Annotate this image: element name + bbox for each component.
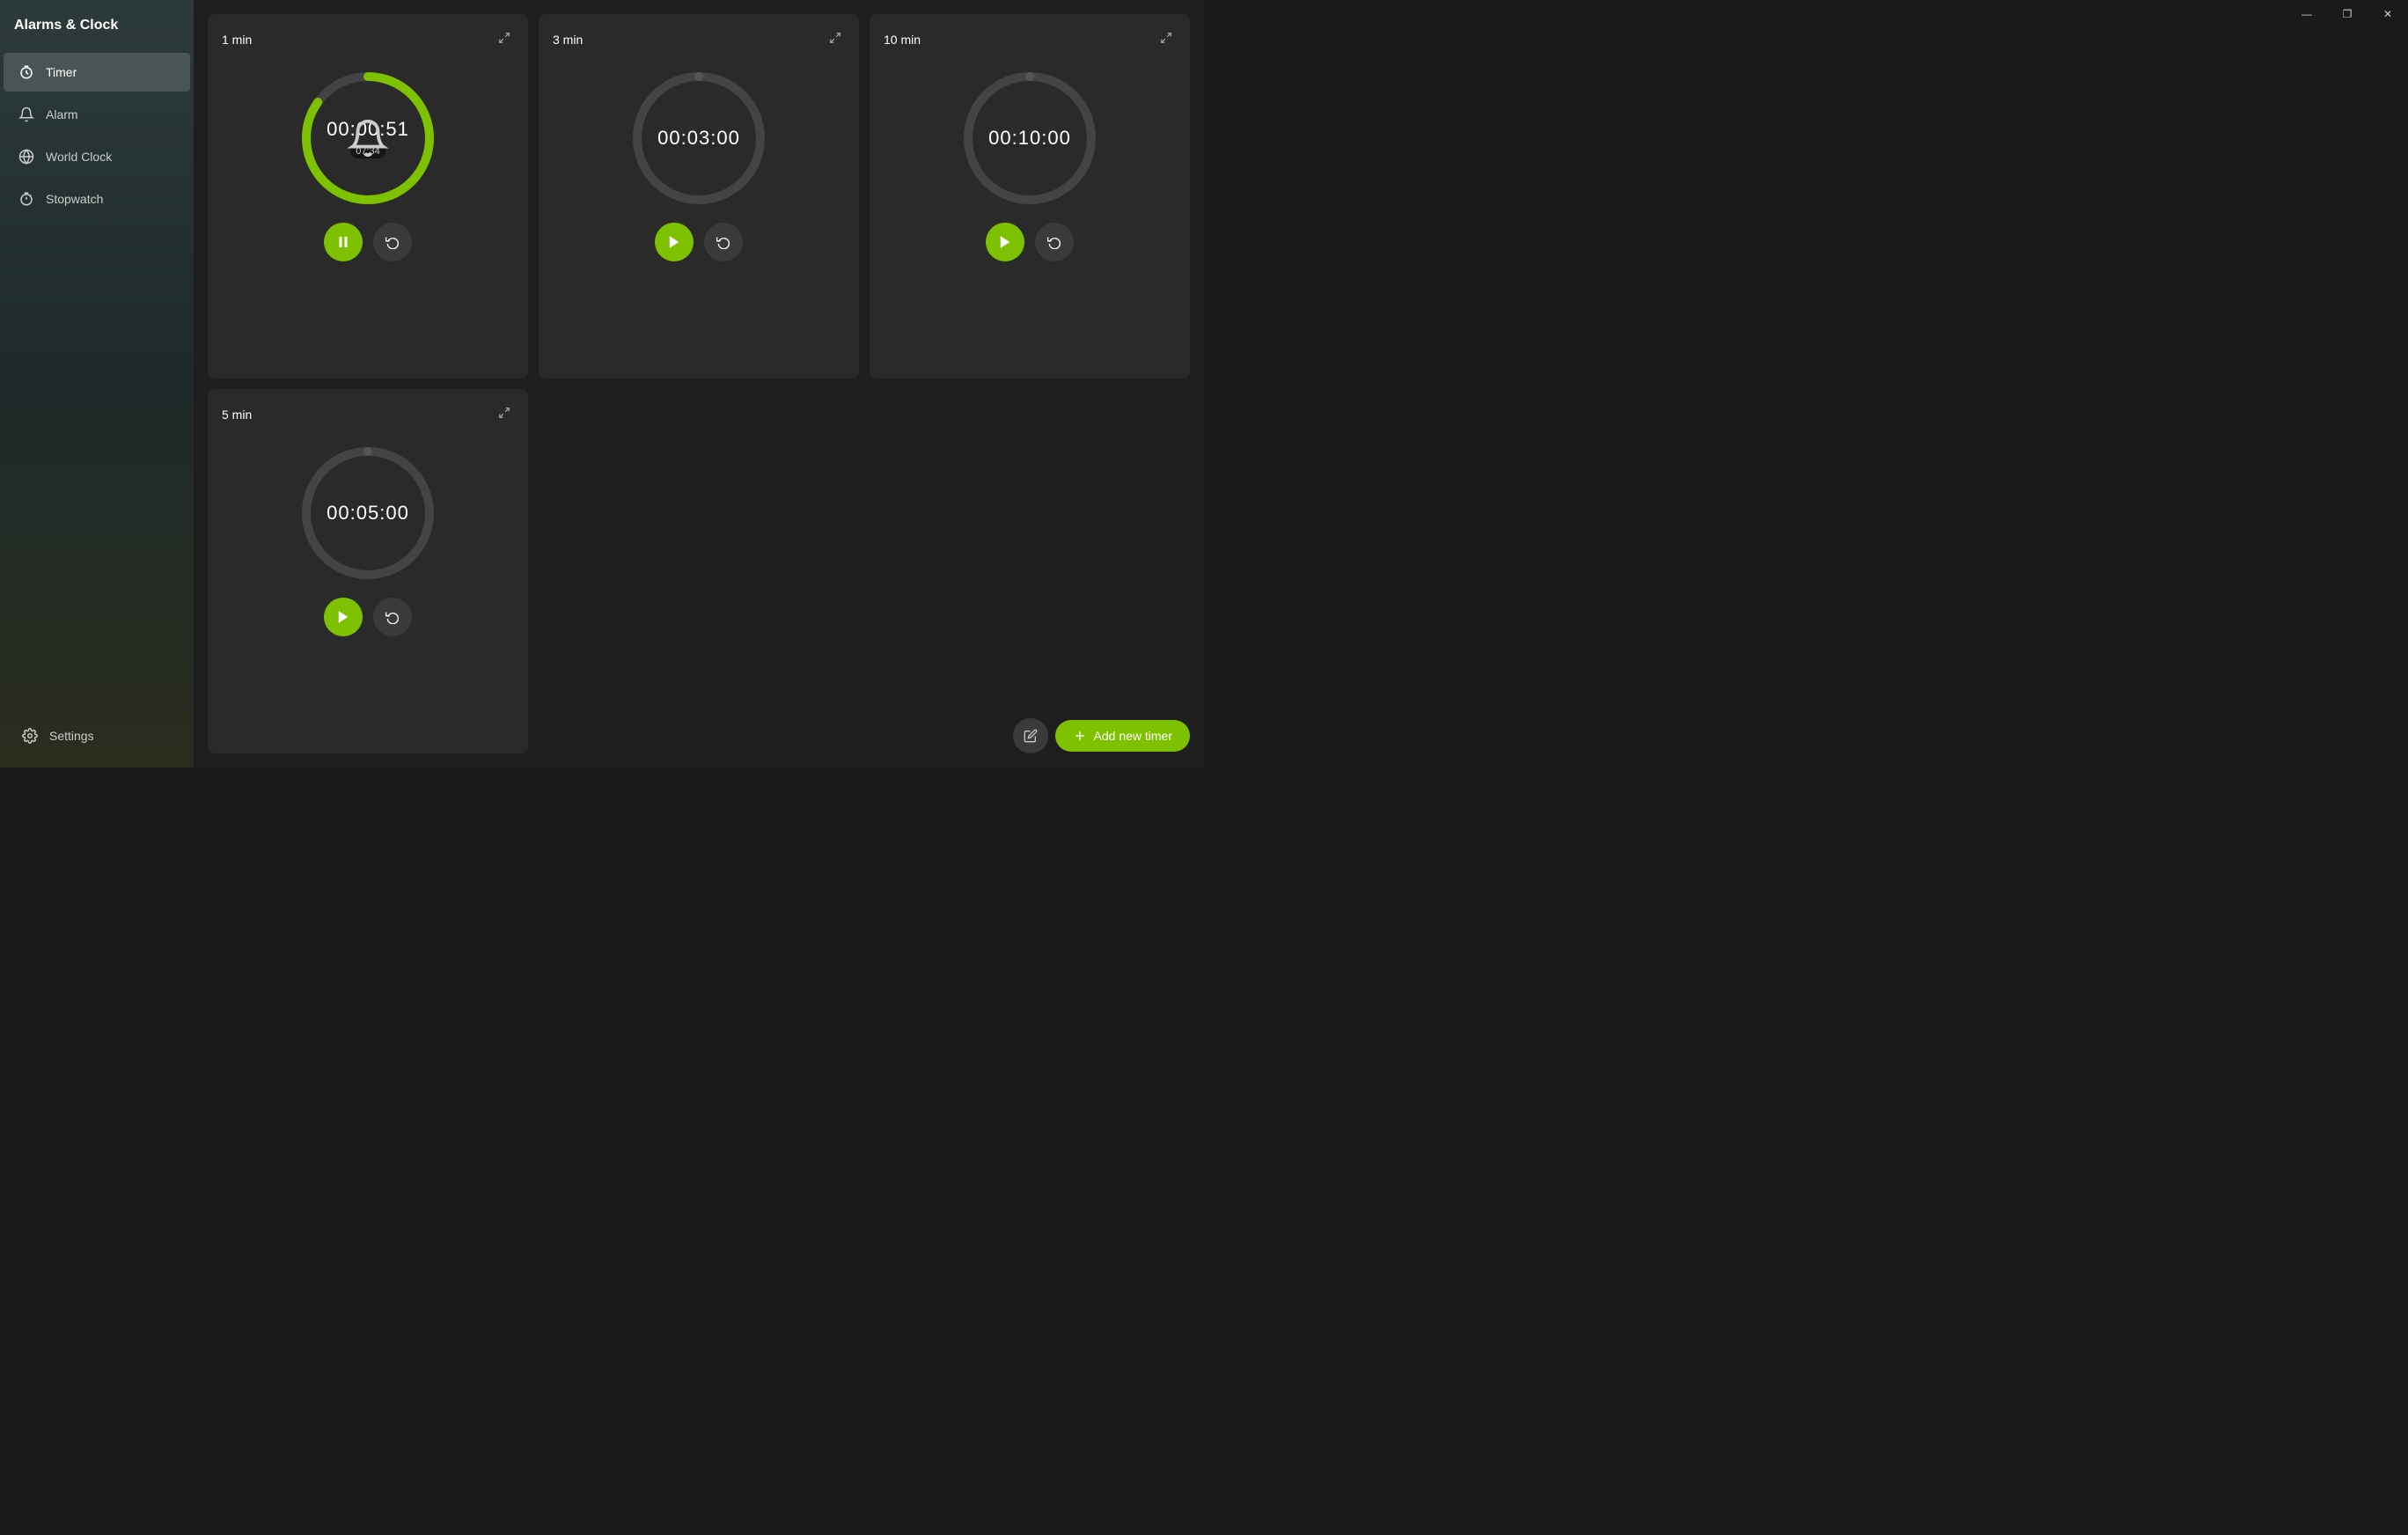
sidebar-item-world-clock[interactable]: World Clock [4,137,190,176]
timer-card-3: 10 min 00:10:00 [870,14,1190,378]
timer-card-2-header: 3 min [553,28,845,50]
timer-4-label: 5 min [222,408,252,422]
timer-1-pause-button[interactable] [324,223,363,261]
timer-card-2: 3 min 00:03:00 [539,14,859,378]
timer-card-1: 1 min 00:00:51 [208,14,528,378]
sidebar-item-alarm-label: Alarm [46,107,78,121]
maximize-button[interactable]: ❐ [2327,0,2368,28]
timer-1-reset-button[interactable] [373,223,412,261]
timer-3-reset-button[interactable] [1035,223,1074,261]
timer-3-center: 00:10:00 [988,127,1071,150]
timer-card-3-header: 10 min [884,28,1176,50]
stopwatch-icon [18,190,35,208]
add-timer-label: Add new timer [1094,729,1172,743]
timer-1-label: 1 min [222,33,252,47]
sidebar-item-alarm[interactable]: Alarm [4,95,190,134]
timer-1-controls [324,223,412,261]
timer-icon [18,63,35,81]
timer-2-expand-button[interactable] [826,28,845,50]
timer-2-label: 3 min [553,33,583,47]
timer-2-center: 00:03:00 [657,127,740,150]
timer-4-reset-button[interactable] [373,598,412,636]
timer-3-expand-button[interactable] [1156,28,1176,50]
timer-3-controls [986,223,1074,261]
timer-4-expand-button[interactable] [495,403,514,425]
sidebar-item-timer-label: Timer [46,65,77,79]
sidebar-item-stopwatch[interactable]: Stopwatch [4,180,190,218]
timer-card-4: 5 min 00:05:00 [208,389,528,753]
timer-4-play-button[interactable] [324,598,363,636]
timer-3-label: 10 min [884,33,921,47]
minimize-button[interactable]: — [2287,0,2327,28]
timer-3-circle: 00:10:00 [959,68,1100,209]
timer-4-time: 00:05:00 [327,502,409,525]
timer-3-time: 00:10:00 [988,127,1071,150]
timer-4-controls [324,598,412,636]
alarm-icon [18,106,35,123]
timer-2-play-button[interactable] [655,223,694,261]
sidebar-item-settings[interactable]: Settings [7,716,187,755]
timer-1-circle: 00:00:51 07:34 [297,68,438,209]
timer-1-center: 00:00:51 07:34 [327,118,409,158]
sidebar-item-stopwatch-label: Stopwatch [46,192,103,206]
sidebar: Alarms & Clock Timer Alarm [0,0,194,768]
world-clock-icon [18,148,35,165]
timers-grid: 1 min 00:00:51 [208,14,1190,753]
timer-2-controls [655,223,743,261]
main-content: 1 min 00:00:51 [194,0,1204,768]
timer-2-time: 00:03:00 [657,127,740,150]
sidebar-item-timer[interactable]: Timer [4,53,190,92]
app-title: Alarms & Clock [0,0,194,51]
timer-card-4-header: 5 min [222,403,514,425]
timer-3-play-button[interactable] [986,223,1024,261]
sidebar-item-world-clock-label: World Clock [46,150,112,164]
settings-icon [21,727,39,745]
timer-2-circle: 00:03:00 [628,68,769,209]
settings-label: Settings [49,729,94,743]
add-timer-button[interactable]: Add new timer [1055,720,1190,752]
edit-button[interactable] [1013,718,1048,753]
bottom-bar: Add new timer [1013,718,1190,753]
timer-1-expand-button[interactable] [495,28,514,50]
timer-card-1-header: 1 min [222,28,514,50]
timer-1-alarm: 07:34 [350,144,385,158]
timer-4-circle: 00:05:00 [297,443,438,584]
timer-4-center: 00:05:00 [327,502,409,525]
close-button[interactable]: ✕ [2368,0,2408,28]
timer-2-reset-button[interactable] [704,223,743,261]
